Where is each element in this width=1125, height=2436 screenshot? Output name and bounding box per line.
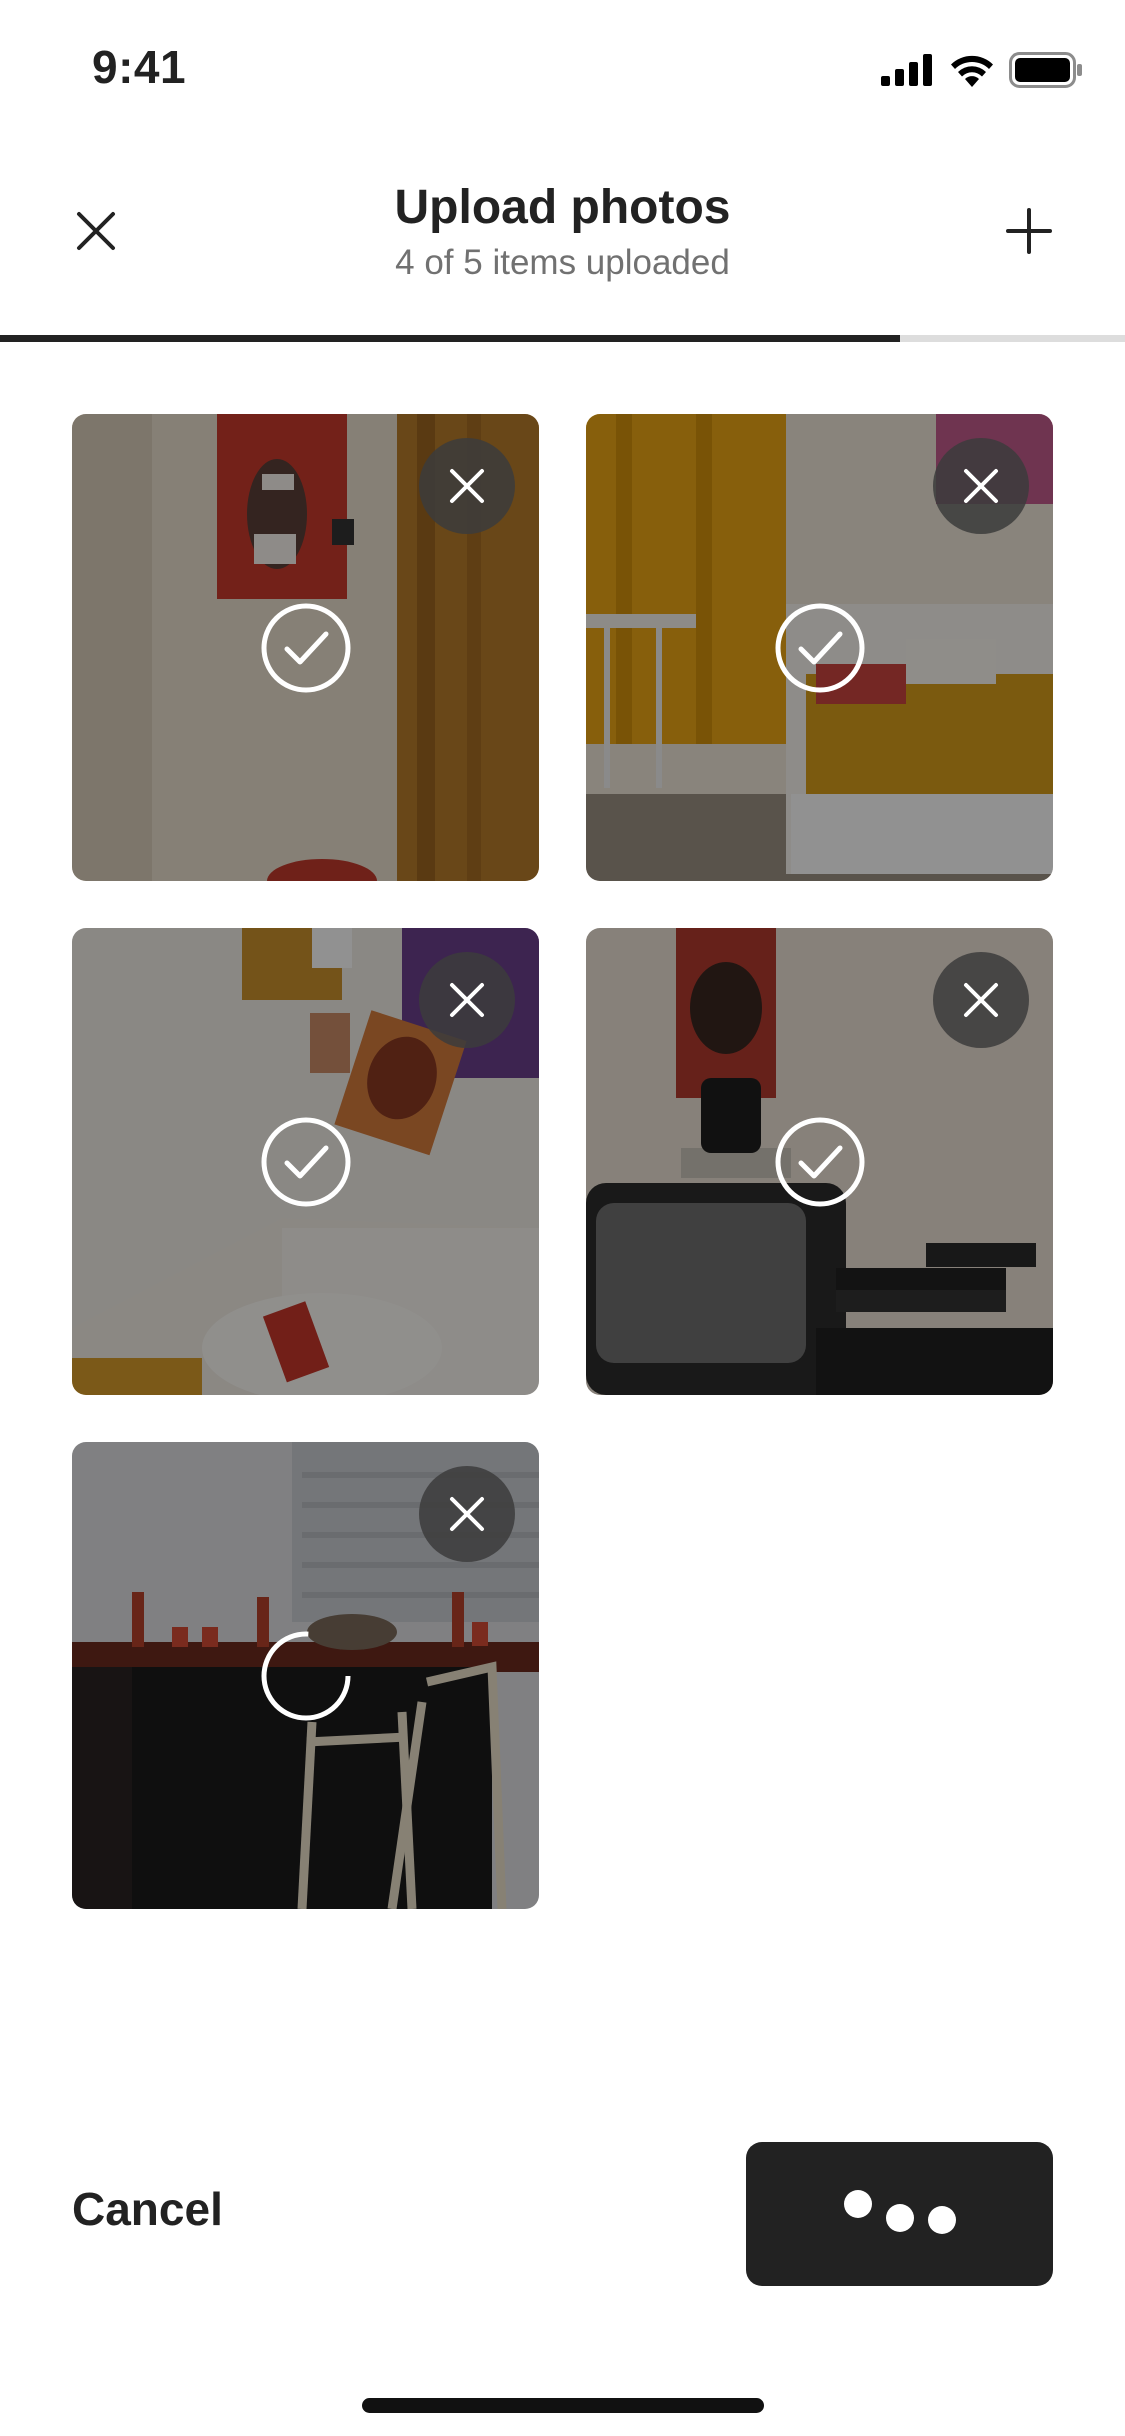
checkmark-circle-icon [261, 1117, 350, 1206]
close-icon [450, 469, 484, 503]
remove-photo-button[interactable] [419, 438, 515, 534]
battery-icon [1009, 52, 1082, 88]
close-icon [964, 983, 998, 1017]
loading-dot-icon [927, 2206, 956, 2234]
checkmark-circle-icon [775, 1117, 864, 1206]
status-time: 9:41 [92, 41, 187, 93]
status-icons [881, 50, 1083, 90]
checkmark-circle-icon [261, 603, 350, 692]
upload-progress-bar [0, 335, 1125, 342]
loading-dot-icon [843, 2190, 872, 2218]
status-bar: 9:41 [0, 0, 1125, 135]
remove-photo-button[interactable] [933, 438, 1029, 534]
loading-dot-icon [885, 2204, 914, 2232]
checkmark-circle-icon [775, 603, 864, 692]
remove-photo-button[interactable] [419, 1466, 515, 1562]
close-icon [964, 469, 998, 503]
photo-tile[interactable] [72, 1442, 539, 1909]
home-indicator [362, 2398, 764, 2413]
page-title: Upload photos [394, 181, 731, 234]
remove-photo-button[interactable] [419, 952, 515, 1048]
loading-spinner-icon [261, 1631, 350, 1720]
close-icon [450, 983, 484, 1017]
photo-tile[interactable] [72, 928, 539, 1395]
close-icon [450, 1497, 484, 1531]
cancel-button[interactable]: Cancel [72, 2182, 223, 2236]
plus-icon [1006, 208, 1052, 254]
upload-loading-button[interactable] [746, 2142, 1053, 2286]
upload-progress-fill [0, 335, 900, 342]
cellular-signal-icon [881, 54, 932, 86]
remove-photo-button[interactable] [933, 952, 1029, 1048]
photo-tile[interactable] [586, 414, 1053, 881]
photo-tile[interactable] [72, 414, 539, 881]
wifi-icon [951, 55, 993, 87]
add-photo-button[interactable] [993, 195, 1065, 267]
upload-header: Upload photos 4 of 5 items uploaded [0, 135, 1125, 335]
photo-tile[interactable] [586, 928, 1053, 1395]
upload-progress-text: 4 of 5 items uploaded [395, 243, 730, 282]
